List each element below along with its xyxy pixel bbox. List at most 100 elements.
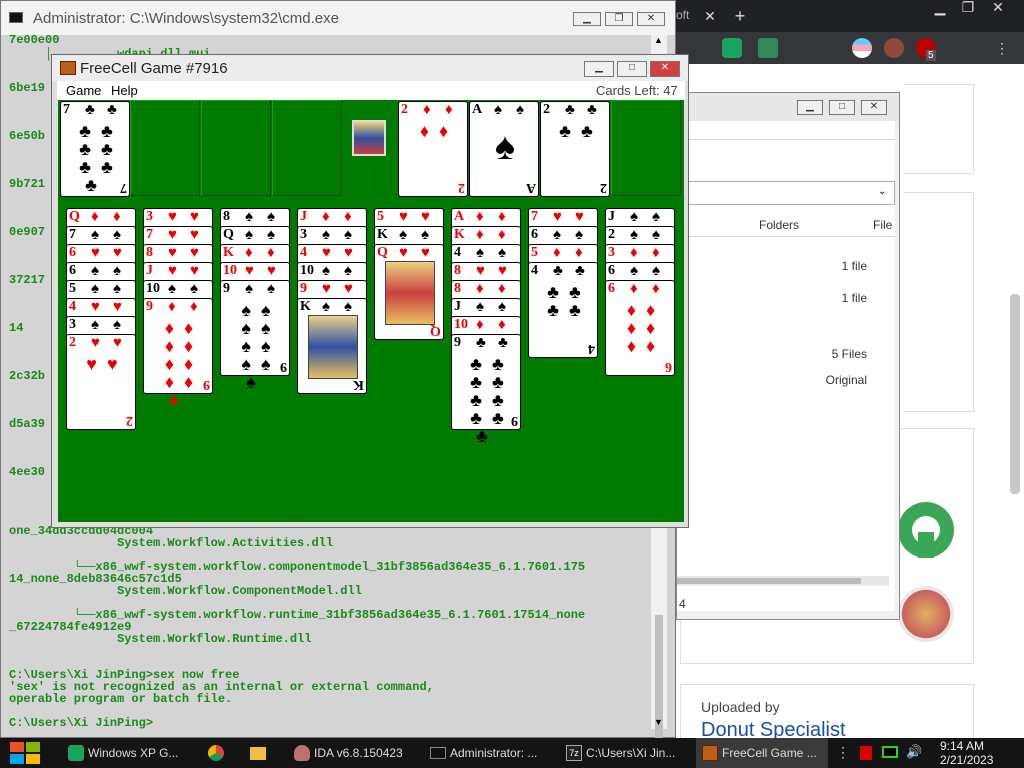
card-suit-icon: ♠ [652, 227, 660, 243]
cmd-output-top: 7e00e00 [9, 33, 59, 47]
menu-help[interactable]: Help [111, 83, 138, 98]
clock-date[interactable]: 2/21/2023 [940, 753, 993, 767]
minimize-button[interactable]: ▁ [797, 100, 823, 115]
close-button[interactable]: ✕ [861, 100, 887, 115]
close-button[interactable]: ✕ [650, 61, 680, 77]
card-rank: 2 [69, 335, 76, 350]
taskbar-item-windows-xp[interactable]: Windows XP G... [62, 738, 194, 768]
folders-column-header[interactable]: Folders [759, 218, 799, 232]
column-header-row: Folders File [677, 213, 895, 237]
taskbar-item-7zip[interactable]: 7z C:\Users\Xi Jin... [560, 738, 692, 768]
new-tab-icon[interactable]: + [726, 4, 754, 28]
scroll-down-icon[interactable]: ▼ [654, 717, 663, 727]
playing-card[interactable]: 4 ♣ ♣ ♣ ♣ ♣ ♣ 4 [528, 262, 598, 358]
restore-button[interactable]: ❐ [605, 12, 633, 26]
list-item-value[interactable]: 1 file [842, 259, 867, 273]
browser-menu-icon[interactable]: ⋮ [988, 36, 1016, 60]
free-cell-slot[interactable] [130, 100, 200, 196]
card-pips: ♦ ♦ ♦ ♦ ♦ ♦ [626, 300, 656, 356]
free-cell-slot[interactable] [201, 100, 271, 196]
playing-card[interactable]: 6 ♦ ♦ ♦ ♦ ♦ ♦ ♦ ♦ 6 [605, 280, 675, 376]
free-cell-slot[interactable] [272, 100, 342, 196]
card-suit-icon: ♥ [113, 299, 122, 315]
taskbar-item-freecell[interactable]: FreeCell Game ... [696, 738, 828, 768]
taskbar-item-chrome[interactable] [198, 738, 234, 768]
playing-card[interactable]: 9 ♠ ♠ ♠ ♠ ♠ ♠ ♠ ♠ ♠ ♠ ♠ 9 [220, 280, 290, 391]
playing-card[interactable]: 2 ♣ ♣ ♣ ♣ 2 [540, 101, 610, 197]
minimize-icon[interactable]: ▁ [926, 0, 954, 16]
playing-card[interactable]: A ♠ ♠ ♠ A [469, 101, 539, 197]
content-card [904, 84, 974, 174]
overflow-icon[interactable]: ⋮ [836, 744, 850, 761]
volume-icon[interactable]: 🔊 [906, 744, 922, 760]
maximize-button[interactable]: □ [617, 61, 647, 77]
foundation-slot[interactable] [611, 100, 681, 196]
explorer-titlebar[interactable]: ▁ □ ✕ [677, 93, 899, 121]
flag-icon[interactable] [860, 746, 872, 760]
card-suit-icon: ♥ [421, 245, 430, 261]
card-rank: K [377, 227, 388, 242]
card-rank: 2 [401, 102, 408, 117]
list-item-value[interactable]: 1 file [842, 291, 867, 305]
playing-card[interactable]: 7 ♣ ♣ ♣ ♣ ♣ ♣ ♣ ♣ ♣ 7 [60, 101, 130, 197]
taskbar-item-explorer[interactable] [240, 738, 276, 768]
horizontal-scrollbar[interactable] [677, 576, 889, 586]
card-suit-icon: ♦ [630, 245, 638, 261]
list-item-value[interactable]: 5 Files [832, 347, 867, 361]
network-icon[interactable] [882, 746, 898, 758]
card-pips: ♣ ♣ ♣ ♣ ♣ ♣ ♣ [79, 121, 113, 195]
card-rank: 9 [280, 359, 287, 374]
extension-chat-icon[interactable] [722, 38, 742, 58]
card-rank: 4 [588, 341, 595, 356]
tab-title-fragment[interactable]: oft [676, 8, 689, 22]
cmd-app-icon [9, 12, 23, 23]
close-button[interactable]: ✕ [637, 12, 665, 26]
playing-card[interactable]: 9 ♦ ♦ ♦ ♦ ♦ ♦ ♦ ♦ ♦ ♦ ♦ 9 [143, 298, 213, 409]
page-scrollbar-thumb[interactable] [1010, 294, 1020, 494]
card-rank: 5 [69, 281, 76, 296]
card-suit-icon: ♣ [85, 102, 95, 118]
card-suit-icon: ♥ [553, 209, 562, 225]
game-table: 7 ♣ ♣ ♣ ♣ ♣ ♣ ♣ ♣ ♣ 7 2 ♦ ♦ ♦ ♦ 2 A ♠ ♠ ♠ A 2 ♣ ♣ ♣ ♣ 2Q… [58, 100, 684, 522]
path-combobox[interactable]: ⌄ [677, 181, 895, 205]
restore-icon[interactable]: ❐ [954, 0, 982, 16]
scroll-up-icon[interactable]: ▲ [654, 35, 663, 45]
card-suit-icon: ♦ [476, 281, 484, 297]
clock-time[interactable]: 9:14 AM [940, 739, 984, 753]
playing-card[interactable]: 2 ♥ ♥ ♥ ♥ 2 [66, 334, 136, 430]
extension-flag-icon[interactable] [852, 38, 872, 58]
cmd-titlebar[interactable]: Administrator: C:\Windows\system32\cmd.e… [1, 1, 675, 35]
card-suit-icon: ♠ [494, 102, 502, 118]
card-suit-icon: ♠ [113, 263, 121, 279]
card-suit-icon: ♠ [245, 227, 253, 243]
card-suit-icon: ♥ [575, 209, 584, 225]
maximize-button[interactable]: □ [829, 100, 855, 115]
file-column-header[interactable]: File [873, 218, 892, 232]
uploaded-by-label: Uploaded by [701, 699, 780, 715]
playing-card[interactable]: 2 ♦ ♦ ♦ ♦ 2 [398, 101, 468, 197]
card-rank: A [454, 209, 465, 224]
menu-game[interactable]: Game [66, 83, 101, 98]
chevron-down-icon[interactable]: ⌄ [878, 186, 886, 197]
playing-card[interactable]: 9 ♣ ♣ ♣ ♣ ♣ ♣ ♣ ♣ ♣ ♣ ♣ 9 [451, 334, 521, 445]
playing-card[interactable]: K ♠ ♠ K [297, 298, 367, 394]
profile-avatar-icon[interactable] [884, 38, 904, 58]
face-card-art [385, 261, 435, 325]
list-item-value[interactable]: Original [826, 373, 867, 387]
freecell-titlebar[interactable]: FreeCell Game #7916 ▁ □ ✕ [52, 55, 688, 81]
close-window-icon[interactable]: ✕ [984, 0, 1012, 16]
taskbar-item-cmd[interactable]: Administrator: ... [424, 738, 556, 768]
card-suit-icon: ♣ [498, 335, 508, 351]
taskbar-item-ida[interactable]: IDA v6.8.150423 [288, 738, 420, 768]
playing-card[interactable]: Q ♥ ♥ Q [374, 244, 444, 340]
minimize-button[interactable]: ▁ [584, 61, 614, 77]
card-rank: 2 [458, 180, 465, 195]
extension-shield-icon[interactable] [758, 38, 778, 58]
close-tab-icon[interactable]: ✕ [696, 4, 724, 28]
start-button[interactable] [10, 742, 42, 764]
card-rank: 8 [223, 209, 230, 224]
card-rank: A [525, 180, 536, 195]
minimize-button[interactable]: ▁ [573, 12, 601, 26]
card-rank: 5 [377, 209, 384, 224]
freecell-menubar: Game Help Cards Left: 47 [57, 81, 685, 100]
